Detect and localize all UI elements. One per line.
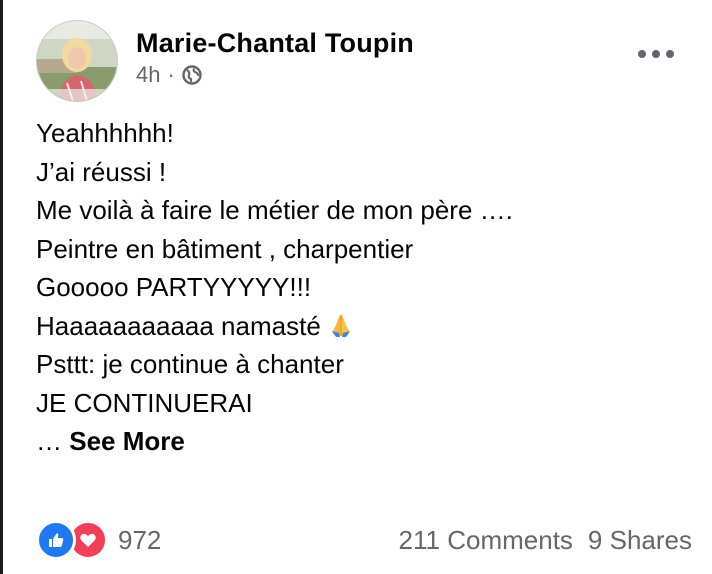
reaction-count: 972 <box>118 525 162 555</box>
engagement-counts: 211 Comments 9 Shares <box>399 520 692 560</box>
post-time[interactable]: 4h <box>136 61 160 89</box>
facebook-post-card: Marie-Chantal Toupin 4h · Yeahhhhhh! J’a… <box>0 0 712 574</box>
author-name[interactable]: Marie-Chantal Toupin <box>136 26 414 60</box>
like-icon <box>36 520 76 560</box>
shares-count-link[interactable]: 9 Shares <box>588 520 692 560</box>
avatar-photo <box>37 21 117 101</box>
post-header: Marie-Chantal Toupin 4h · <box>36 20 692 102</box>
comments-count-link[interactable]: 211 Comments <box>399 520 573 560</box>
post-line: Me voilà à faire le métier de mon père …… <box>36 195 513 225</box>
see-more-link[interactable]: See More <box>69 426 185 456</box>
post-line: Psttt: je continue à chanter <box>36 349 344 379</box>
reactions-summary[interactable]: 972 <box>36 520 161 560</box>
post-line: JE CONTINUERAI <box>36 387 253 418</box>
post-text: Yeahhhhhh! J’ai réussi ! Me voilà à fair… <box>36 114 692 461</box>
post-line: J’ai réussi ! <box>36 156 167 187</box>
author-avatar[interactable] <box>36 20 118 102</box>
post-line: Peintre en bâtiment , charpentier <box>36 233 414 264</box>
folded-hands-emoji-icon <box>327 311 355 339</box>
post-footer: 972 211 Comments 9 Shares <box>36 518 692 562</box>
post-meta: 4h · <box>136 61 414 89</box>
post-line: Gooooo PARTYYYYY!!! <box>36 272 312 302</box>
more-dot <box>652 50 660 58</box>
see-more-line: … See More <box>36 422 692 461</box>
post-line: Yeahhhhhh! <box>36 118 174 148</box>
meta-separator: · <box>167 62 175 87</box>
post-options-button[interactable] <box>638 44 674 64</box>
window-left-edge <box>0 0 3 574</box>
ellipsis: … <box>36 426 62 456</box>
more-dot <box>666 50 674 58</box>
post-line-text: Haaaaaaaaaaa namasté <box>36 310 321 341</box>
post-line-namaste: Haaaaaaaaaaa namasté <box>36 307 692 346</box>
author-block: Marie-Chantal Toupin 4h · <box>136 26 414 89</box>
globe-icon <box>182 65 202 85</box>
more-horizontal-icon <box>638 50 646 58</box>
